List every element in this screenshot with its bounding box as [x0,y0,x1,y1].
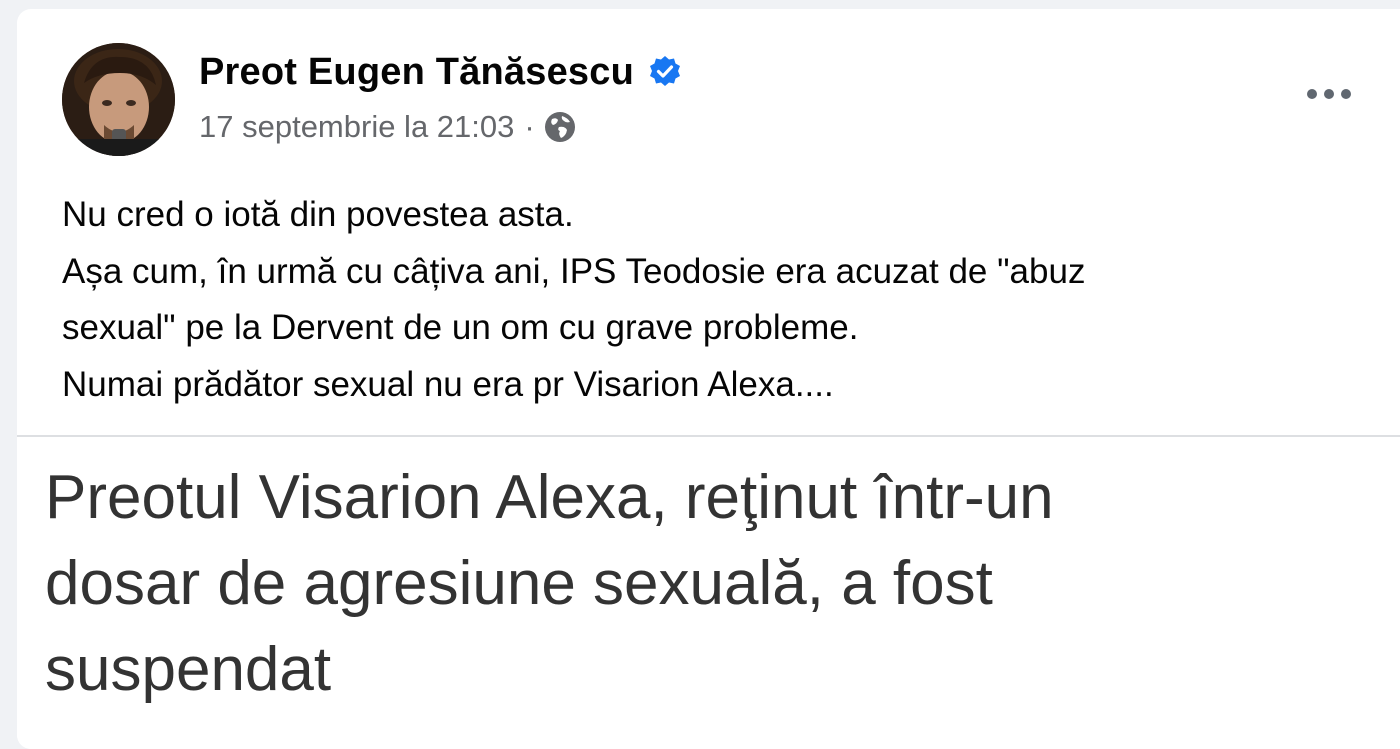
post-card: Preot Eugen Tănăsescu 17 septembrie la 2… [17,9,1400,749]
author-name[interactable]: Preot Eugen Tănăsescu [199,51,634,94]
headline-line: suspendat [45,635,332,704]
post-text-line: Așa cum, în urmă cu câțiva ani, IPS Teod… [62,251,1086,291]
more-options-icon [1307,89,1351,99]
verified-badge-icon [648,55,682,89]
post-text-line: Nu cred o iotă din povestea asta. [62,195,574,234]
author-avatar[interactable] [62,43,175,156]
post-timestamp[interactable]: 17 septembrie la 21:03 [199,109,514,145]
meta-separator: · [524,109,535,144]
link-preview[interactable]: Preotul Visarion Alexa, reţinut într-un … [17,437,1400,749]
headline-line: Preotul Visarion Alexa, reţinut într-un [45,463,1054,532]
post-header: Preot Eugen Tănăsescu 17 septembrie la 2… [17,9,1400,169]
link-preview-headline: Preotul Visarion Alexa, reţinut într-un … [45,455,1345,713]
avatar-image [62,43,175,156]
globe-icon[interactable] [543,110,577,144]
headline-line: dosar de agresiune sexuală, a fost [45,549,993,618]
post-text: Nu cred o iotă din povestea asta. Așa cu… [62,187,1382,413]
more-options-button[interactable] [1299,71,1359,117]
author-line: Preot Eugen Tănăsescu [199,47,682,97]
post-text-line: Numai prădător sexual nu era pr Visarion… [62,364,834,404]
post-text-line: sexual" pe la Dervent de un om cu grave … [62,308,859,347]
post-meta: 17 septembrie la 21:03 · [199,107,577,147]
